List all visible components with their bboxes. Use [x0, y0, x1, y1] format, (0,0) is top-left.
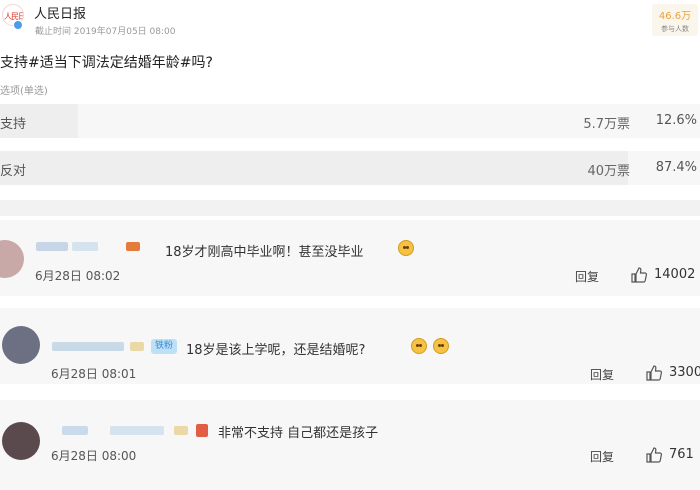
verified-badge-icon	[13, 20, 23, 30]
option-votes: 5.7万票	[583, 117, 630, 132]
comment-item: 铁粉 18岁是该上学呢，还是结婚呢? 6月28日 08:01 回复 3300	[0, 308, 700, 384]
emoji-icon	[411, 338, 427, 354]
option-percent: 87.4%	[655, 160, 697, 175]
comment-text: 18岁才刚高中毕业啊！甚至没毕业	[165, 245, 364, 260]
comment-separator	[0, 388, 700, 400]
option-label: 反对	[0, 164, 27, 179]
poll-option-support[interactable]: 支持 5.7万票 12.6%	[0, 104, 700, 138]
medal-icon	[130, 342, 144, 351]
medal-icon	[174, 426, 188, 435]
option-percent: 12.6%	[655, 113, 697, 128]
thumbs-up-icon[interactable]	[630, 266, 648, 284]
poll-option-oppose[interactable]: 反对 40万票 87.4%	[0, 151, 700, 185]
comment-text: 非常不支持 自己都还是孩子	[218, 426, 379, 441]
like-count: 3300	[669, 365, 700, 380]
username-masked[interactable]	[110, 426, 164, 435]
comment-date: 6月28日 08:00	[51, 449, 137, 463]
avatar[interactable]	[2, 422, 40, 460]
account-name[interactable]: 人民日报	[34, 3, 86, 22]
like-count: 14002	[654, 267, 696, 282]
thumbs-up-icon[interactable]	[645, 364, 663, 382]
poll-deadline: 截止时间 2019年07月05日 08:00	[35, 27, 176, 37]
thumbs-up-icon[interactable]	[645, 446, 663, 464]
comment-separator	[0, 296, 700, 308]
hourglass-icon	[196, 424, 208, 437]
avatar[interactable]	[0, 240, 24, 278]
comment-item: 非常不支持 自己都还是孩子 6月28日 08:00 回复 761	[0, 400, 700, 490]
reply-button[interactable]: 回复	[590, 366, 614, 383]
reply-button[interactable]: 回复	[590, 448, 614, 465]
medal-icon	[126, 242, 140, 251]
participants-count: 46.6万	[658, 11, 692, 22]
comment-date: 6月28日 08:01	[51, 367, 137, 381]
comment-date: 6月28日 08:02	[35, 269, 121, 283]
poll-hint: 选项(单选)	[0, 86, 48, 97]
fan-badge: 铁粉	[151, 339, 178, 354]
avatar[interactable]	[2, 326, 40, 364]
option-votes: 40万票	[587, 164, 630, 179]
like-count: 761	[669, 447, 694, 462]
post-header: 人民日报 人民日报 截止时间 2019年07月05日 08:00 46.6万 参…	[0, 0, 700, 46]
option-label: 支持	[0, 117, 27, 132]
participants-box: 46.6万 参与人数	[652, 4, 698, 36]
option-fill-bar	[0, 151, 628, 185]
poll-question: 支持#适当下调法定结婚年龄#吗?	[0, 55, 213, 71]
username-masked[interactable]	[72, 242, 98, 251]
username-masked[interactable]	[36, 242, 68, 251]
username-masked[interactable]	[62, 426, 88, 435]
section-divider	[0, 200, 700, 216]
participants-label: 参与人数	[661, 25, 689, 33]
comment-item: 18岁才刚高中毕业啊！甚至没毕业 6月28日 08:02 回复 14002	[0, 220, 700, 296]
username-masked[interactable]	[52, 342, 124, 351]
emoji-icon	[398, 240, 414, 256]
reply-button[interactable]: 回复	[575, 268, 599, 285]
emoji-icon	[433, 338, 449, 354]
comment-text: 18岁是该上学呢，还是结婚呢?	[186, 343, 366, 358]
